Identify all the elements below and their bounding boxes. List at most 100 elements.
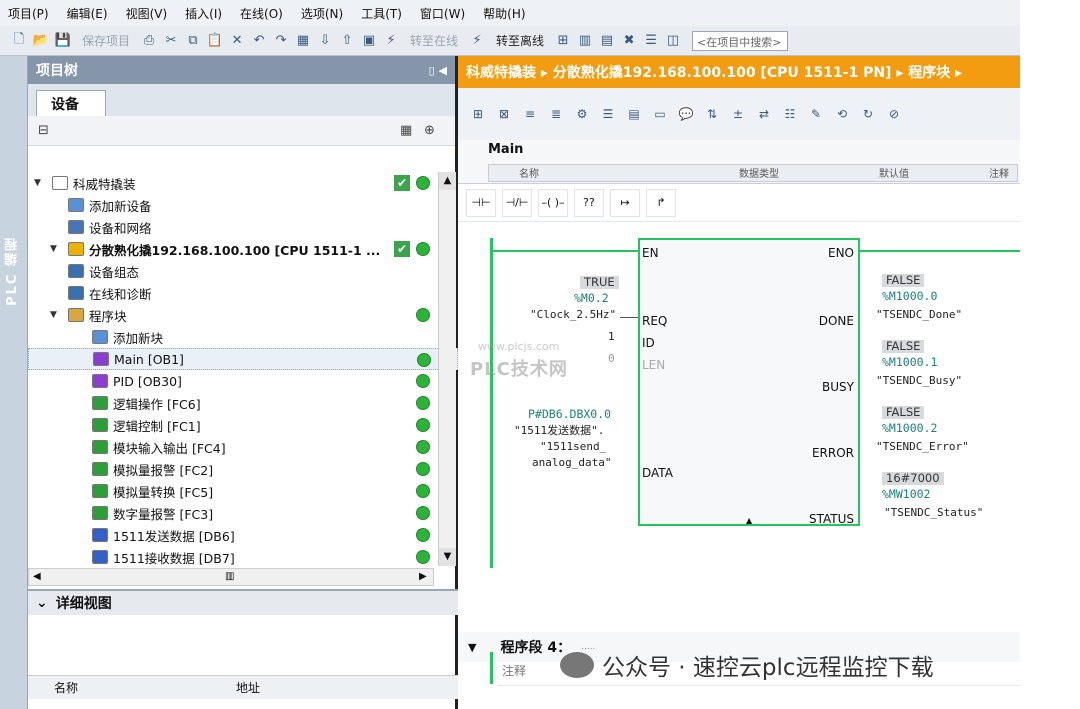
len-value[interactable]: 0 xyxy=(608,352,615,365)
tree-item[interactable]: 模块输入输出 [FC4] xyxy=(28,436,458,458)
operand-icon[interactable]: ± xyxy=(728,104,748,124)
chevron-down-icon[interactable]: ⌄ xyxy=(36,595,48,611)
print-icon[interactable]: ⎙ xyxy=(140,32,158,50)
data-symbol-line1[interactable]: "1511发送数据". xyxy=(514,424,604,437)
highlight-icon[interactable]: ✎ xyxy=(806,104,826,124)
menu-item[interactable]: 工具(T) xyxy=(361,5,402,22)
go-online-icon[interactable]: ⚡ xyxy=(382,32,400,50)
scroll-left-icon[interactable]: ◀ xyxy=(33,571,41,582)
tree-item[interactable]: ▼ 科威特撬装 ✔ xyxy=(28,172,458,194)
done-address[interactable]: %M1000.0 xyxy=(882,290,937,303)
collapse-panel-icon[interactable]: ▯ ◀ xyxy=(429,64,447,77)
data-symbol-line2[interactable]: "1511send_ xyxy=(540,440,606,453)
menu-item[interactable]: 窗口(W) xyxy=(420,5,465,22)
column-address[interactable]: 地址 xyxy=(236,679,260,696)
scroll-up-icon[interactable]: ▲ xyxy=(439,172,456,190)
stop-icon[interactable]: ⊘ xyxy=(884,104,904,124)
menu-item[interactable]: 插入(I) xyxy=(185,5,222,22)
tree-item[interactable]: 在线和诊断 xyxy=(28,282,458,304)
go-offline-icon[interactable]: ⚡ xyxy=(468,32,486,50)
tree-item[interactable]: ▼ 程序块 xyxy=(28,304,458,326)
tree-item[interactable]: ▼ 分散熟化撬192.168.100.100 [CPU 1511-1 ... ✔ xyxy=(28,238,458,260)
req-address[interactable]: %M0.2 xyxy=(574,292,609,305)
ladder-tool-2[interactable]: –( )– xyxy=(538,188,568,217)
tree-item[interactable]: 逻辑控制 [FC1] xyxy=(28,414,458,436)
data-address[interactable]: P#DB6.DBX0.0 xyxy=(528,408,611,421)
ladder-tool-0[interactable]: ⊣⊢ xyxy=(466,188,496,217)
download-icon[interactable]: ⇩ xyxy=(316,32,334,50)
tree-item[interactable]: Main [OB1] xyxy=(28,348,458,370)
tree-item[interactable]: 添加新块 xyxy=(28,326,458,348)
tree-item[interactable]: 1511接收数据 [DB7] xyxy=(28,546,458,568)
detail-view-header[interactable]: ⌄ 详细视图 xyxy=(28,589,458,615)
absolute-address-icon[interactable]: ☰ xyxy=(598,104,618,124)
expand-block-icon[interactable]: ▲ xyxy=(746,516,752,525)
set-icon[interactable]: ☷ xyxy=(780,104,800,124)
tree-item[interactable]: 逻辑操作 [FC6] xyxy=(28,392,458,414)
menu-item[interactable]: 在线(O) xyxy=(240,5,283,22)
scroll-thumb[interactable]: ▥ xyxy=(225,571,234,582)
tree-view-icon[interactable]: ⊟ xyxy=(38,123,49,138)
collapse-network-icon[interactable]: ▼ xyxy=(468,641,476,654)
tree-item[interactable]: 设备组态 xyxy=(28,260,458,282)
menu-item[interactable]: 视图(V) xyxy=(126,5,168,22)
split-vertical-icon[interactable]: ◫ xyxy=(664,32,682,50)
menu-item[interactable]: 选项(N) xyxy=(301,5,343,22)
column-name[interactable]: 名称 xyxy=(54,679,78,696)
tab-devices[interactable]: 设备 xyxy=(36,90,106,116)
cut-icon[interactable]: ✂ xyxy=(162,32,180,50)
done-symbol[interactable]: "TSENDC_Done" xyxy=(876,308,962,321)
delete-network-icon[interactable]: ⊠ xyxy=(494,104,514,124)
scroll-right-icon[interactable]: ▶ xyxy=(419,571,427,582)
copy-icon[interactable]: ⧉ xyxy=(184,32,202,50)
monitor-icon[interactable]: ⚙ xyxy=(572,104,592,124)
undo-icon[interactable]: ↶ xyxy=(250,32,268,50)
ladder-tool-5[interactable]: ↱ xyxy=(646,188,676,217)
favorites-icon[interactable]: ▤ xyxy=(624,104,644,124)
save-project-button[interactable]: 保存项目 xyxy=(82,32,130,49)
redo-icon[interactable]: ↷ xyxy=(272,32,290,50)
tsendc-function-block[interactable]: EN REQ ID LEN DATA ENO DONE BUSY ERROR S… xyxy=(638,238,860,526)
insert-network-icon[interactable]: ⊞ xyxy=(468,104,488,124)
symbol-icon[interactable]: ⇄ xyxy=(754,104,774,124)
split-horizontal-icon[interactable]: ☰ xyxy=(642,32,660,50)
go-online-button[interactable]: 转至在线 xyxy=(410,32,458,49)
status-address[interactable]: %MW1002 xyxy=(882,488,930,501)
menu-item[interactable]: 编辑(E) xyxy=(67,5,108,22)
expand-toggle-icon[interactable]: ▼ xyxy=(50,244,57,254)
data-symbol-line3[interactable]: analog_data" xyxy=(532,456,611,469)
busy-address[interactable]: %M1000.1 xyxy=(882,356,937,369)
tree-item[interactable]: 数字量报警 [FC3] xyxy=(28,502,458,524)
header-default[interactable]: 默认值 xyxy=(879,165,909,180)
expand-toggle-icon[interactable]: ▼ xyxy=(34,178,41,188)
open-all-icon[interactable]: ▭ xyxy=(650,104,670,124)
tree-item[interactable]: 1511发送数据 [DB6] xyxy=(28,524,458,546)
tree-item[interactable]: PID [OB30] xyxy=(28,370,458,392)
busy-symbol[interactable]: "TSENDC_Busy" xyxy=(876,374,962,387)
plc-programming-label[interactable]: PLC 编程 xyxy=(3,236,22,306)
toggle-nw-icon[interactable]: ⇅ xyxy=(702,104,722,124)
ladder-tool-1[interactable]: ⊣/⊢ xyxy=(502,188,532,217)
comment-icon[interactable]: 💬 xyxy=(676,104,696,124)
scroll-down-icon[interactable]: ▼ xyxy=(439,548,456,566)
tree-hscrollbar[interactable]: ◀ ▥ ▶ xyxy=(28,568,434,586)
error-address[interactable]: %M1000.2 xyxy=(882,422,937,435)
save-icon[interactable]: 💾 xyxy=(54,32,72,50)
header-data-type[interactable]: 数据类型 xyxy=(739,165,779,180)
monitor-on-icon[interactable]: ⟲ xyxy=(832,104,852,124)
status-symbol[interactable]: "TSENDC_Status" xyxy=(884,506,983,519)
menu-item[interactable]: 帮助(H) xyxy=(483,5,525,22)
go-offline-button[interactable]: 转至离线 xyxy=(496,32,544,49)
split-editor-icon[interactable]: ▥ xyxy=(576,32,594,50)
req-symbol[interactable]: "Clock_2.5Hz" xyxy=(530,308,616,321)
go-to-icon[interactable]: ↻ xyxy=(858,104,878,124)
tree-item[interactable]: 模拟量报警 [FC2] xyxy=(28,458,458,480)
ladder-tool-4[interactable]: ↦ xyxy=(610,188,640,217)
accessible-devices-icon[interactable]: ⊞ xyxy=(554,32,572,50)
menu-item[interactable]: 项目(P) xyxy=(8,5,49,22)
id-value[interactable]: 1 xyxy=(608,330,615,343)
simulate-icon[interactable]: ▣ xyxy=(360,32,378,50)
expand-toggle-icon[interactable]: ▼ xyxy=(50,310,57,320)
table-view-icon[interactable]: ▦ xyxy=(400,123,412,138)
delete-icon[interactable]: ✕ xyxy=(228,32,246,50)
